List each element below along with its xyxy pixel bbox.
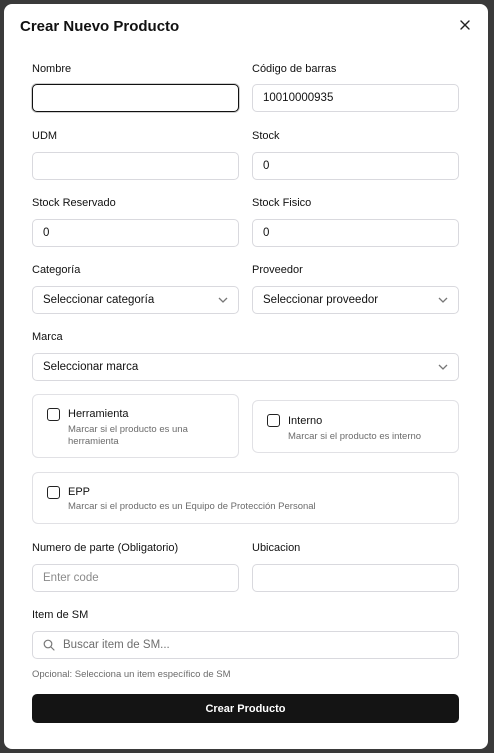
udm-input[interactable]: [32, 152, 239, 180]
item-sm-search[interactable]: [32, 631, 459, 659]
item-sm-label: Item de SM: [32, 609, 89, 621]
marca-select[interactable]: Seleccionar marca: [32, 353, 459, 381]
proveedor-selected: Seleccionar proveedor: [263, 294, 379, 306]
ubicacion-input[interactable]: [252, 564, 459, 592]
chevron-down-icon: [438, 297, 448, 303]
chevron-down-icon: [438, 364, 448, 370]
stock-reservado-input[interactable]: [32, 219, 239, 247]
udm-label: UDM: [32, 130, 58, 142]
item-sm-input[interactable]: [63, 639, 443, 651]
stock-fisico-input[interactable]: [252, 219, 459, 247]
search-icon: [43, 639, 55, 651]
close-button[interactable]: [456, 16, 474, 34]
stock-fisico-label: Stock Fisico: [252, 197, 312, 209]
numero-parte-label: Numero de parte (Obligatorio): [32, 542, 179, 554]
interno-checkbox[interactable]: [267, 414, 280, 427]
ubicacion-label: Ubicacion: [252, 542, 301, 554]
stock-reservado-label: Stock Reservado: [32, 197, 116, 209]
categoria-select[interactable]: Seleccionar categoría: [32, 286, 239, 314]
chevron-down-icon: [218, 297, 228, 303]
herramienta-desc: Marcar si el producto es una herramienta: [68, 424, 188, 447]
interno-desc: Marcar si el producto es interno: [288, 431, 422, 442]
item-sm-hint: Opcional: Selecciona un item específico …: [32, 669, 231, 680]
nombre-label: Nombre: [32, 63, 72, 75]
herramienta-checkbox[interactable]: [47, 408, 60, 421]
interno-title: Interno: [288, 415, 323, 427]
numero-parte-input[interactable]: [32, 564, 239, 592]
dialog-title: Crear Nuevo Producto: [20, 18, 180, 35]
marca-label: Marca: [32, 331, 63, 343]
codigo-barras-label: Código de barras: [252, 63, 337, 75]
epp-card: EPP Marcar si el producto es un Equipo d…: [32, 472, 459, 524]
proveedor-select[interactable]: Seleccionar proveedor: [252, 286, 459, 314]
create-product-dialog: Crear Nuevo Producto Nombre Código de ba…: [4, 4, 488, 749]
stock-input[interactable]: [252, 152, 459, 180]
herramienta-title: Herramienta: [68, 408, 129, 420]
create-product-button[interactable]: Crear Producto: [32, 694, 459, 723]
proveedor-label: Proveedor: [252, 264, 303, 276]
interno-card: Interno Marcar si el producto es interno: [252, 400, 459, 453]
epp-checkbox[interactable]: [47, 486, 60, 499]
stock-label: Stock: [252, 130, 280, 142]
epp-desc: Marcar si el producto es un Equipo de Pr…: [68, 501, 316, 512]
herramienta-card: Herramienta Marcar si el producto es una…: [32, 394, 239, 458]
categoria-label: Categoría: [32, 264, 81, 276]
categoria-selected: Seleccionar categoría: [43, 294, 155, 306]
marca-selected: Seleccionar marca: [43, 361, 139, 373]
codigo-barras-input[interactable]: [252, 84, 459, 112]
nombre-input[interactable]: [32, 84, 239, 112]
epp-title: EPP: [68, 486, 91, 498]
close-icon: [460, 20, 470, 30]
